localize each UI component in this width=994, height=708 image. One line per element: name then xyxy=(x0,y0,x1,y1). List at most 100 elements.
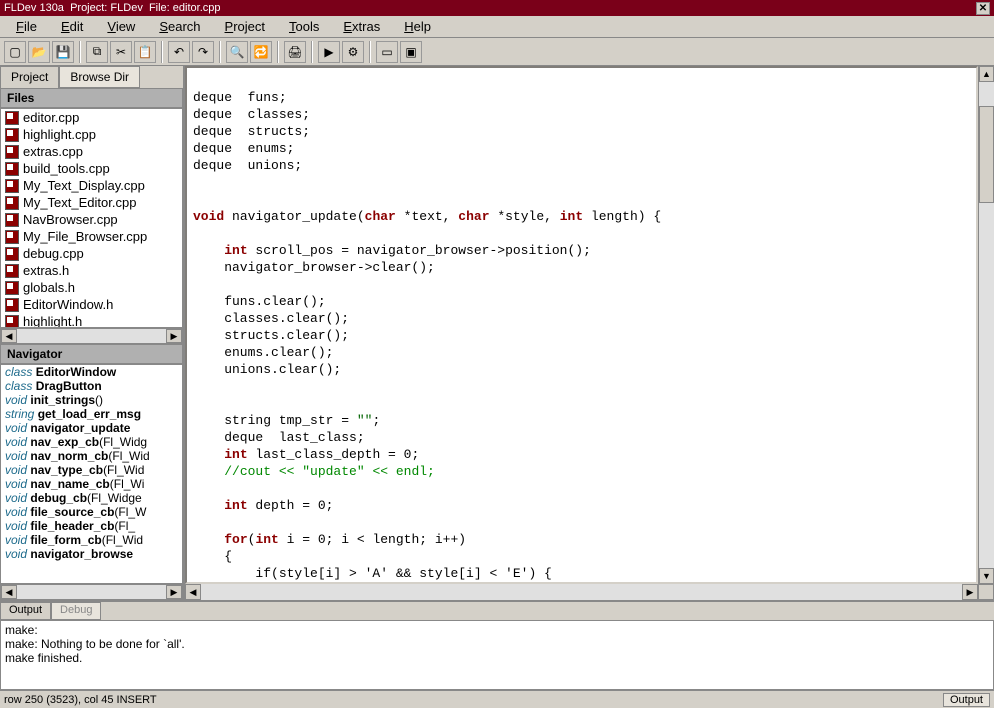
print-icon[interactable]: 🖨 xyxy=(284,41,306,63)
file-item[interactable]: NavBrowser.cpp xyxy=(1,211,182,228)
menu-project[interactable]: Project xyxy=(213,17,277,36)
run-icon[interactable]: ▶ xyxy=(318,41,340,63)
tab-browse-dir[interactable]: Browse Dir xyxy=(59,66,140,88)
code-editor[interactable]: deque funs; deque classes; deque structs… xyxy=(185,66,978,584)
status-position: row 250 (3523), col 45 INSERT xyxy=(4,694,157,706)
file-name: extras.h xyxy=(23,263,69,278)
editor-vscroll[interactable]: ▲ ▼ xyxy=(978,66,994,584)
navigator-item[interactable]: class EditorWindow xyxy=(1,365,182,379)
toolbar-separator xyxy=(369,41,371,63)
file-list-hscroll[interactable]: ◀ ▶ xyxy=(0,328,183,344)
left-panel: Project Browse Dir Files editor.cpphighl… xyxy=(0,66,185,600)
navigator-item[interactable]: void nav_type_cb(Fl_Wid xyxy=(1,463,182,477)
menu-help[interactable]: Help xyxy=(392,17,443,36)
file-item[interactable]: editor.cpp xyxy=(1,109,182,126)
file-item[interactable]: build_tools.cpp xyxy=(1,160,182,177)
scroll-down-icon[interactable]: ▼ xyxy=(979,568,994,584)
navigator-item[interactable]: void debug_cb(Fl_Widge xyxy=(1,491,182,505)
file-icon xyxy=(5,213,19,227)
navigator-item[interactable]: void nav_norm_cb(Fl_Wid xyxy=(1,449,182,463)
navigator-list[interactable]: class EditorWindowclass DragButtonvoid i… xyxy=(0,364,183,584)
navigator-item[interactable]: void nav_name_cb(Fl_Wi xyxy=(1,477,182,491)
new-icon[interactable]: ▢ xyxy=(4,41,26,63)
toolbar-separator xyxy=(79,41,81,63)
file-list[interactable]: editor.cpphighlight.cppextras.cppbuild_t… xyxy=(0,108,183,328)
save-icon[interactable]: 💾 xyxy=(52,41,74,63)
file-item[interactable]: globals.h xyxy=(1,279,182,296)
tab-output[interactable]: Output xyxy=(0,602,51,620)
file-name: build_tools.cpp xyxy=(23,161,110,176)
scroll-track[interactable] xyxy=(979,82,994,568)
scroll-thumb[interactable] xyxy=(979,106,994,203)
navigator-item[interactable]: void init_strings() xyxy=(1,393,182,407)
file-item[interactable]: extras.h xyxy=(1,262,182,279)
build-icon[interactable]: ⚙ xyxy=(342,41,364,63)
file-item[interactable]: My_Text_Editor.cpp xyxy=(1,194,182,211)
file-name: globals.h xyxy=(23,280,75,295)
output-body[interactable]: make:make: Nothing to be done for `all'.… xyxy=(0,620,994,690)
scroll-left-icon[interactable]: ◀ xyxy=(1,329,17,343)
scroll-up-icon[interactable]: ▲ xyxy=(979,66,994,82)
navigator-item[interactable]: void file_source_cb(Fl_W xyxy=(1,505,182,519)
scroll-right-icon[interactable]: ▶ xyxy=(166,585,182,599)
scroll-right-icon[interactable]: ▶ xyxy=(166,329,182,343)
output-line: make finished. xyxy=(5,651,989,665)
scroll-left-icon[interactable]: ◀ xyxy=(1,585,17,599)
menu-view[interactable]: View xyxy=(95,17,147,36)
navigator-hscroll[interactable]: ◀ ▶ xyxy=(0,584,183,600)
navigator-item[interactable]: void nav_exp_cb(Fl_Widg xyxy=(1,435,182,449)
project-name: FLDev xyxy=(110,2,142,14)
editor-hscroll[interactable]: ◀ ▶ xyxy=(185,584,994,600)
close-button[interactable]: ✕ xyxy=(976,2,990,15)
navigator-item[interactable]: void file_form_cb(Fl_Wid xyxy=(1,533,182,547)
file-item[interactable]: EditorWindow.h xyxy=(1,296,182,313)
titlebar: FLDev 130a Project: FLDev File: editor.c… xyxy=(0,0,994,16)
open-icon[interactable]: 📂 xyxy=(28,41,50,63)
compile-icon[interactable]: ▣ xyxy=(400,41,422,63)
file-item[interactable]: My_File_Browser.cpp xyxy=(1,228,182,245)
toolbar: ▢📂💾 ⧉✂📋 ↶↷ 🔍🔁 🖨 ▶⚙ ▭▣ xyxy=(0,38,994,66)
app-title: FLDev 130a xyxy=(4,2,64,14)
find-icon[interactable]: 🔍 xyxy=(226,41,248,63)
file-item[interactable]: highlight.h xyxy=(1,313,182,328)
navigator-header: Navigator xyxy=(0,344,183,364)
scroll-right-icon[interactable]: ▶ xyxy=(962,584,978,600)
tab-debug[interactable]: Debug xyxy=(51,602,101,620)
file-icon xyxy=(5,315,19,329)
cut-icon[interactable]: ✂ xyxy=(110,41,132,63)
tab-project[interactable]: Project xyxy=(0,66,59,88)
navigator-item[interactable]: void navigator_update xyxy=(1,421,182,435)
scroll-left-icon[interactable]: ◀ xyxy=(185,584,201,600)
scroll-track[interactable] xyxy=(201,584,962,600)
menu-file[interactable]: File xyxy=(4,17,49,36)
file-name: My_File_Browser.cpp xyxy=(23,229,147,244)
file-icon xyxy=(5,128,19,142)
scroll-track[interactable] xyxy=(17,585,166,599)
copy-icon[interactable]: ⧉ xyxy=(86,41,108,63)
file-icon xyxy=(5,298,19,312)
menu-edit[interactable]: Edit xyxy=(49,17,95,36)
menu-tools[interactable]: Tools xyxy=(277,17,331,36)
scroll-track[interactable] xyxy=(17,329,166,343)
file-item[interactable]: extras.cpp xyxy=(1,143,182,160)
menu-extras[interactable]: Extras xyxy=(331,17,392,36)
toolbar-separator xyxy=(277,41,279,63)
menu-search[interactable]: Search xyxy=(147,17,212,36)
undo-icon[interactable]: ↶ xyxy=(168,41,190,63)
file-item[interactable]: highlight.cpp xyxy=(1,126,182,143)
status-output-button[interactable]: Output xyxy=(943,693,990,707)
file-item[interactable]: debug.cpp xyxy=(1,245,182,262)
toolbar-separator xyxy=(311,41,313,63)
navigator-item[interactable]: void file_header_cb(Fl_ xyxy=(1,519,182,533)
file-label: File: xyxy=(149,2,170,14)
file-name: highlight.cpp xyxy=(23,127,96,142)
file-item[interactable]: My_Text_Display.cpp xyxy=(1,177,182,194)
menubar: FileEditViewSearchProjectToolsExtrasHelp xyxy=(0,16,994,38)
paste-icon[interactable]: 📋 xyxy=(134,41,156,63)
replace-icon[interactable]: 🔁 xyxy=(250,41,272,63)
redo-icon[interactable]: ↷ xyxy=(192,41,214,63)
navigator-item[interactable]: string get_load_err_msg xyxy=(1,407,182,421)
navigator-item[interactable]: class DragButton xyxy=(1,379,182,393)
window-icon[interactable]: ▭ xyxy=(376,41,398,63)
navigator-item[interactable]: void navigator_browse xyxy=(1,547,182,561)
